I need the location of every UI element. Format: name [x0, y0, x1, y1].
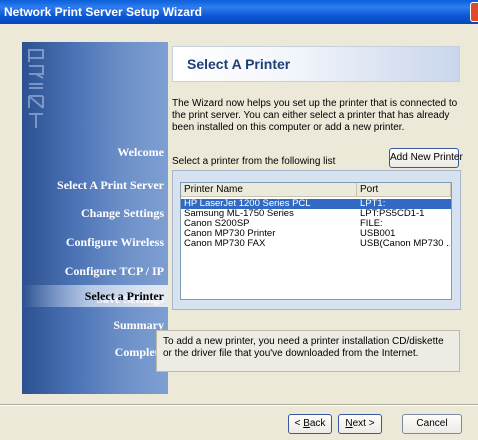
printer-list-panel: Printer Name Port HP LaserJet 1200 Serie…: [172, 170, 461, 310]
next-button-hotkey: N: [345, 418, 353, 429]
sidebar-step-change-settings: Change Settings: [80, 206, 164, 220]
column-header-printer-name[interactable]: Printer Name: [181, 183, 357, 197]
printer-list-header: Printer Name Port: [181, 183, 451, 197]
cancel-button[interactable]: Cancel: [402, 414, 462, 434]
page-header: Select A Printer: [172, 46, 460, 82]
back-button-prefix: <: [294, 418, 304, 429]
info-box: To add a new printer, you need a printer…: [156, 330, 460, 372]
add-new-printer-button[interactable]: Add New Printer: [389, 148, 463, 168]
printer-name: Canon MP730 Printer: [184, 229, 276, 239]
printer-list-label: Select a printer from the following list: [172, 156, 336, 167]
sidebar-step-configure-wireless: Configure Wireless: [65, 235, 164, 249]
printer-name: Canon S200SP: [184, 219, 250, 229]
printer-list[interactable]: Printer Name Port HP LaserJet 1200 Serie…: [180, 182, 452, 300]
sidebar-step-welcome: Welcome: [117, 145, 164, 159]
print-watermark-icon: [26, 48, 46, 130]
printer-name: Samsung ML-1750 Series: [184, 209, 294, 219]
printer-row[interactable]: Samsung ML-1750 Series LPT:PS5CD1-1: [181, 209, 451, 219]
printer-name: Canon MP730 FAX: [184, 239, 266, 249]
back-button[interactable]: < Back: [288, 414, 332, 434]
printer-port: LPT:PS5CD1-1: [360, 209, 425, 219]
back-button-hotkey: B: [303, 418, 310, 429]
title-bar: Network Print Server Setup Wizard: [0, 0, 478, 24]
printer-port: USB(Canon MP730 ...: [360, 239, 450, 249]
printer-row[interactable]: Canon MP730 Printer USB001: [181, 229, 451, 239]
sidebar-step-configure-tcpip: Configure TCP / IP: [64, 264, 164, 278]
intro-text: The Wizard now helps you set up the prin…: [172, 98, 458, 133]
info-text: To add a new printer, you need a printer…: [163, 336, 444, 359]
close-button[interactable]: [470, 2, 478, 22]
printer-row[interactable]: Canon S200SP FILE:: [181, 219, 451, 229]
wizard-sidebar: Welcome Select A Print Server Change Set…: [22, 42, 168, 394]
printer-port: FILE:: [360, 219, 383, 229]
sidebar-step-complete: Complete: [114, 345, 164, 359]
back-button-label: ack: [309, 418, 326, 429]
sidebar-step-select-printer: Select a Printer: [84, 289, 164, 303]
sidebar-step-summary: Summary: [113, 318, 164, 332]
column-header-port[interactable]: Port: [357, 183, 451, 197]
wizard-window: Network Print Server Setup Wizard Welcom…: [0, 0, 478, 440]
next-button[interactable]: Next >: [338, 414, 382, 434]
footer-separator: [0, 404, 478, 406]
printer-row[interactable]: HP LaserJet 1200 Series PCL LPT1:: [181, 199, 451, 209]
printer-row[interactable]: Canon MP730 FAX USB(Canon MP730 ...: [181, 239, 451, 249]
printer-port: LPT1:: [360, 199, 386, 209]
sidebar-step-select-print-server: Select A Print Server: [57, 178, 164, 192]
printer-port: USB001: [360, 229, 396, 239]
window-title: Network Print Server Setup Wizard: [4, 5, 202, 19]
next-button-label: ext >: [352, 418, 375, 429]
page-title: Select A Printer: [187, 56, 291, 72]
printer-name: HP LaserJet 1200 Series PCL: [184, 199, 311, 209]
